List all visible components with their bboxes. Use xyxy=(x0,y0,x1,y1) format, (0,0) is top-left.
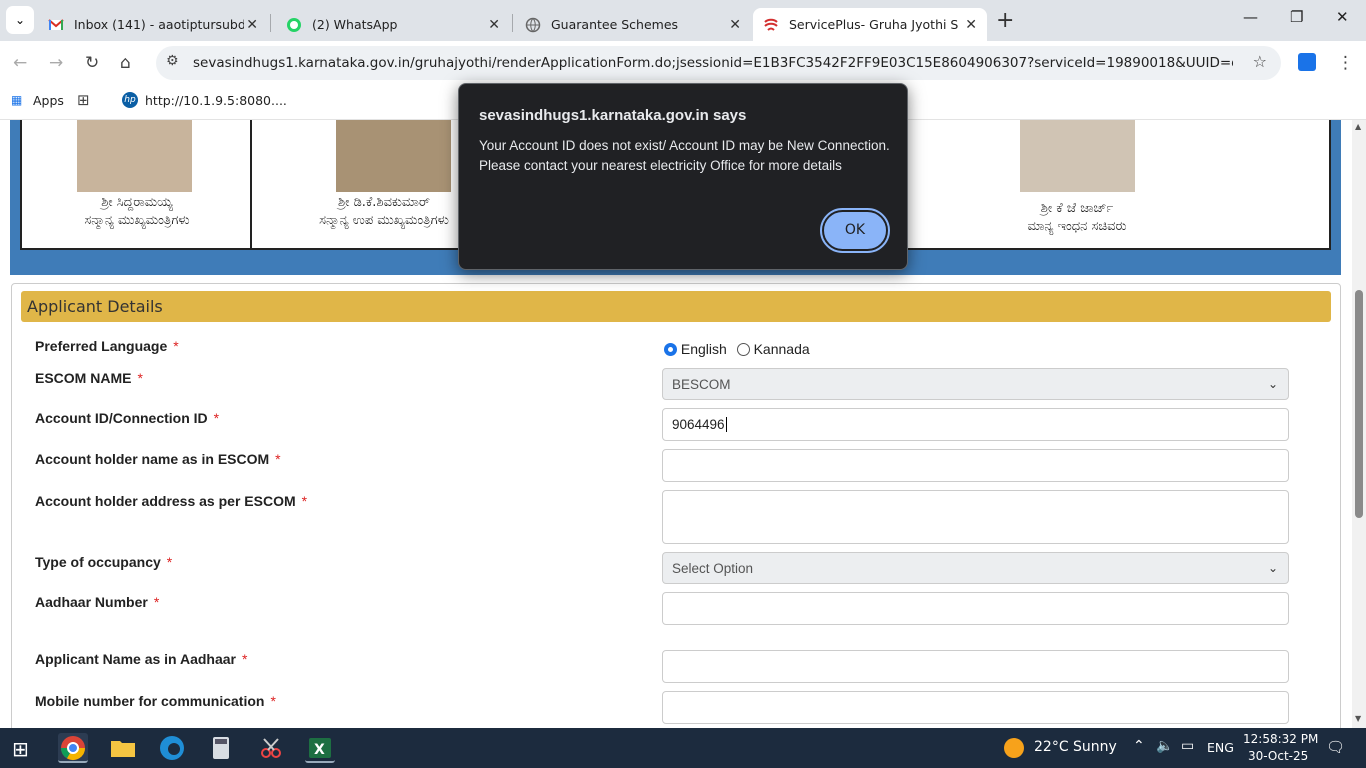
panel-header: Applicant Details xyxy=(21,291,1331,322)
tab-guarantee-schemes[interactable]: Guarantee Schemes ✕ xyxy=(515,8,751,41)
applicant-name-label: Applicant Name as in Aadhaar * xyxy=(35,651,248,667)
back-icon[interactable]: ← xyxy=(13,53,27,73)
chevron-down-icon: ⌄ xyxy=(14,13,26,27)
english-radio[interactable] xyxy=(664,343,677,356)
scroll-down-icon[interactable]: ▼ xyxy=(1355,714,1361,723)
taskbar: ⊞ X 22°C Sunny ⌃ 🔈 ▭ ENG 12:58:32 PM 30-… xyxy=(0,728,1366,768)
hp-bookmark[interactable]: http://10.1.9.5:8080.... xyxy=(145,93,287,108)
minister-title: ಮಾನ್ಯ ಇಂಧನ ಸಚಿವರು xyxy=(1027,219,1127,234)
close-icon[interactable]: ✕ xyxy=(729,17,741,33)
scroll-thumb[interactable] xyxy=(1355,290,1363,518)
aadhaar-label: Aadhaar Number * xyxy=(35,594,160,610)
windows-start-icon[interactable]: ⊞ xyxy=(12,737,29,761)
site-info-icon[interactable]: ⚙ xyxy=(166,53,179,69)
tab-strip: ⌄ Inbox (141) - aaotiptursubdvn@ ✕ (2) W… xyxy=(0,0,1366,41)
english-label: English xyxy=(680,341,727,357)
cm-name: ಶ್ರೀ ಸಿದ್ದರಾಮಯ್ಯ xyxy=(101,195,173,210)
restore-button[interactable]: ❐ xyxy=(1290,8,1303,26)
tab-title: Inbox (141) - aaotiptursubdvn@ xyxy=(74,17,244,32)
extension-icon[interactable] xyxy=(1298,53,1316,71)
forward-icon[interactable]: → xyxy=(49,53,63,73)
holder-address-input[interactable] xyxy=(662,490,1289,544)
cm-title: ಸನ್ಮಾನ್ಯ ಮುಖ್ಯಮಂತ್ರಿಗಳು xyxy=(84,213,190,228)
banner-minister: ಶ್ರೀ ಕೆ ಜೆ ಜಾರ್ಜ್ ಮಾನ್ಯ ಇಂಧನ ಸಚಿವರು xyxy=(982,120,1172,248)
account-id-input[interactable]: 9064496 xyxy=(662,408,1289,441)
file-explorer-icon[interactable] xyxy=(108,733,138,763)
holder-address-label: Account holder address as per ESCOM * xyxy=(35,493,308,509)
kannada-label: Kannada xyxy=(753,341,810,357)
holder-name-label: Account holder name as in ESCOM * xyxy=(35,451,281,467)
home-icon[interactable]: ⌂ xyxy=(120,53,131,73)
address-bar[interactable]: ⚙ sevasindhugs1.karnataka.gov.in/gruhajy… xyxy=(156,46,1281,80)
star-icon[interactable]: ☆ xyxy=(1253,52,1267,71)
reload-icon[interactable]: ↻ xyxy=(85,53,99,73)
escom-select[interactable]: BESCOM ⌄ xyxy=(662,368,1289,400)
minimize-button[interactable]: — xyxy=(1243,8,1258,26)
tab-gmail[interactable]: Inbox (141) - aaotiptursubdvn@ ✕ xyxy=(38,8,268,41)
url-text[interactable]: sevasindhugs1.karnataka.gov.in/gruhajyot… xyxy=(193,55,1233,71)
minister-photo xyxy=(1020,120,1135,192)
snipping-tool-icon[interactable] xyxy=(256,733,286,763)
apps-bookmark[interactable]: Apps xyxy=(33,93,64,108)
tab-title: ServicePlus- Gruha Jyothi Schem xyxy=(789,17,959,32)
scrollbar[interactable]: ▲ ▼ xyxy=(1352,120,1366,728)
new-tab-button[interactable]: + xyxy=(996,8,1014,33)
tab-title: Guarantee Schemes xyxy=(551,17,679,32)
volume-icon[interactable]: 🔈 xyxy=(1156,738,1173,754)
mobile-label: Mobile number for communication * xyxy=(35,693,276,709)
grid-icon[interactable]: ⊞ xyxy=(77,91,90,109)
occupancy-select[interactable]: Select Option ⌄ xyxy=(662,552,1289,584)
close-icon[interactable]: ✕ xyxy=(246,17,258,33)
clock-time[interactable]: 12:58:32 PM xyxy=(1243,732,1318,746)
account-id-label: Account ID/Connection ID * xyxy=(35,410,220,426)
edge-icon[interactable] xyxy=(157,733,187,763)
apps-grid-icon: ▦ xyxy=(11,93,23,107)
tab-whatsapp[interactable]: (2) WhatsApp ✕ xyxy=(276,8,510,41)
browser-toolbar: ← → ↻ ⌂ ⚙ sevasindhugs1.karnataka.gov.in… xyxy=(0,41,1366,85)
tab-search-button[interactable]: ⌄ xyxy=(6,6,34,34)
escom-name-label: ESCOM NAME * xyxy=(35,370,143,386)
cm-photo xyxy=(77,120,192,192)
tab-serviceplus[interactable]: ServicePlus- Gruha Jyothi Schem ✕ xyxy=(753,8,987,41)
alert-dialog: sevasindhugs1.karnataka.gov.in says Your… xyxy=(458,83,908,270)
banner-cm: ಶ್ರೀ ಸಿದ್ದರಾಮಯ್ಯ ಸನ್ಮಾನ್ಯ ಮುಖ್ಯಮಂತ್ರಿಗಳು xyxy=(22,120,252,248)
excel-icon[interactable]: X xyxy=(305,733,335,763)
holder-name-input[interactable] xyxy=(662,449,1289,482)
serviceplus-icon xyxy=(764,18,778,31)
chevron-down-icon: ⌄ xyxy=(1267,561,1278,575)
dialog-title: sevasindhugs1.karnataka.gov.in says xyxy=(479,107,747,124)
language-indicator[interactable]: ENG xyxy=(1207,740,1234,755)
kannada-radio[interactable] xyxy=(736,343,750,356)
applicant-name-input[interactable] xyxy=(662,650,1289,683)
close-icon[interactable]: ✕ xyxy=(488,17,500,33)
scroll-up-icon[interactable]: ▲ xyxy=(1355,122,1361,131)
tab-title: (2) WhatsApp xyxy=(312,17,398,32)
close-window-button[interactable]: ✕ xyxy=(1336,8,1349,26)
mobile-input[interactable] xyxy=(662,691,1289,724)
gmail-icon xyxy=(48,18,64,30)
minister-name: ಶ್ರೀ ಕೆ ಜೆ ಜಾರ್ಜ್ xyxy=(1040,201,1114,216)
dialog-message: Your Account ID does not exist/ Account … xyxy=(479,138,890,173)
whatsapp-icon xyxy=(287,17,301,32)
occupancy-label: Type of occupancy * xyxy=(35,554,173,570)
ok-button[interactable]: OK xyxy=(820,208,890,253)
hp-icon: hp xyxy=(122,92,138,108)
preferred-language-label: Preferred Language * xyxy=(35,338,179,354)
svg-text:X: X xyxy=(314,742,325,758)
menu-icon[interactable]: ⋮ xyxy=(1337,53,1354,73)
dcm-photo xyxy=(336,120,451,192)
clock-date[interactable]: 30-Oct-25 xyxy=(1248,749,1308,763)
calculator-icon[interactable] xyxy=(206,733,236,763)
chevron-up-icon[interactable]: ⌃ xyxy=(1133,738,1145,754)
language-options: English Kannada xyxy=(664,341,810,357)
aadhaar-input[interactable] xyxy=(662,592,1289,625)
close-icon[interactable]: ✕ xyxy=(965,17,977,33)
sun-icon xyxy=(1004,738,1024,758)
chevron-down-icon: ⌄ xyxy=(1267,377,1278,391)
notification-icon[interactable]: 🗨 xyxy=(1326,738,1345,756)
globe-icon xyxy=(525,17,541,32)
network-icon[interactable]: ▭ xyxy=(1181,738,1194,754)
weather-text[interactable]: 22°C Sunny xyxy=(1034,739,1117,755)
chrome-taskbar-icon[interactable] xyxy=(58,733,88,763)
